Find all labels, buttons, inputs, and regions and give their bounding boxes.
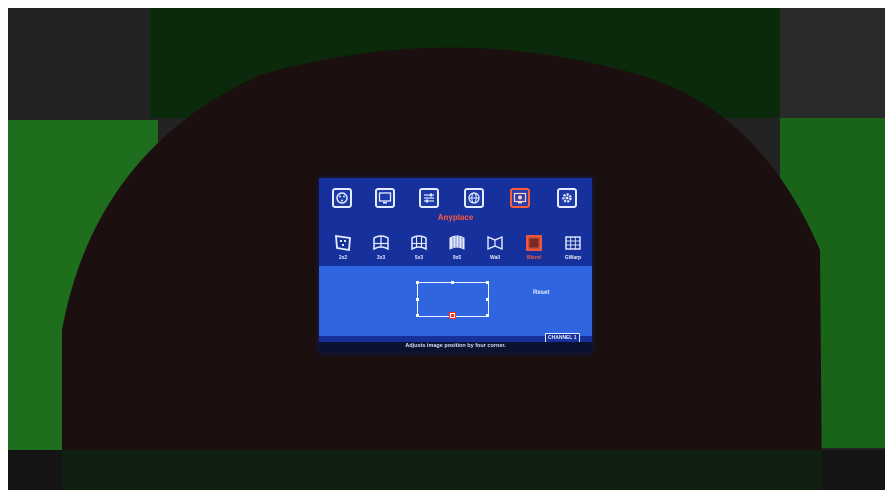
wall-icon xyxy=(487,235,503,251)
gear-icon[interactable] xyxy=(557,188,577,208)
corner-handle-top-left[interactable] xyxy=(416,281,419,284)
adjustment-panel: Reset xyxy=(319,266,592,336)
edge-handle-left[interactable] xyxy=(416,298,419,301)
sub-item-label: Blend xyxy=(527,255,541,261)
sub-item-3x3[interactable]: 3x3 xyxy=(363,234,399,266)
edge-handle-top[interactable] xyxy=(451,281,454,284)
grid-5x3-icon xyxy=(411,235,427,251)
grid-9x5-icon xyxy=(449,235,465,250)
display-icon[interactable] xyxy=(375,188,395,208)
status-text: Adjusts image position by four corner. xyxy=(405,343,506,349)
gwarp-icon xyxy=(565,236,581,250)
sub-item-label: GWarp xyxy=(564,255,582,261)
settings-slider-icon[interactable] xyxy=(419,188,439,208)
sub-item-label: Wall xyxy=(489,255,501,261)
corner-handle-bottom-right[interactable] xyxy=(486,314,489,317)
selected-handle-bottom[interactable] xyxy=(449,312,456,319)
sub-item-2x2[interactable]: 2x2 xyxy=(325,234,361,266)
sub-item-gwarp[interactable]: GWarp xyxy=(555,234,591,266)
blend-icon xyxy=(526,235,542,251)
reset-button[interactable]: Reset xyxy=(533,290,549,296)
sub-item-blend[interactable]: Blend xyxy=(516,234,552,266)
sub-item-wall[interactable]: Wall xyxy=(477,234,513,266)
color-icon[interactable] xyxy=(332,188,352,208)
sub-item-label: 5x3 xyxy=(414,255,424,261)
grid-3x3-icon xyxy=(373,235,389,251)
sub-item-label: 3x3 xyxy=(376,255,386,261)
edge-handle-right[interactable] xyxy=(486,298,489,301)
sub-item-5x3[interactable]: 5x3 xyxy=(401,234,437,266)
menu-title: Anyplace xyxy=(437,213,474,222)
anyplace-icon[interactable] xyxy=(510,188,530,208)
corner-handle-bottom-left[interactable] xyxy=(416,314,419,317)
sub-item-label: 9x5 xyxy=(452,255,462,261)
quad-warp-icon xyxy=(335,234,351,252)
corner-handle-top-right[interactable] xyxy=(486,281,489,284)
status-bar: Adjusts image position by four corner. xyxy=(319,342,592,353)
sub-item-label: 2x2 xyxy=(338,255,348,261)
globe-icon[interactable] xyxy=(464,188,484,208)
sub-item-9x5[interactable]: 9x5 xyxy=(439,234,475,266)
osd-menu: Anyplace 2x2 3x3 5x3 9x5 Wall Blend GWar… xyxy=(319,178,592,353)
